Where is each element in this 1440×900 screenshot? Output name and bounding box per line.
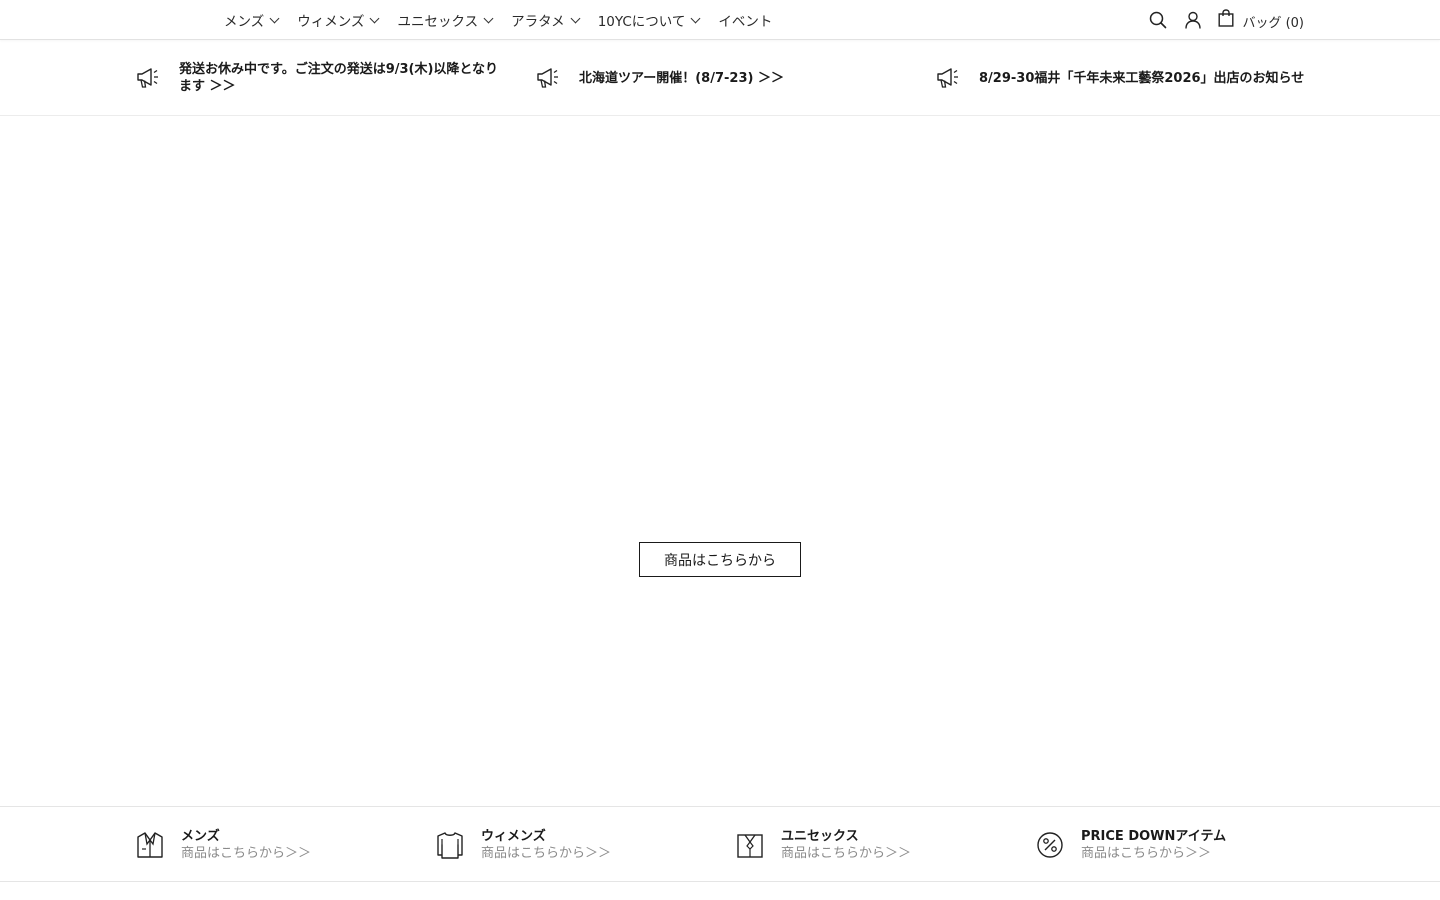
- category-title: ウィメンズ: [481, 829, 546, 844]
- category-title: メンズ: [181, 829, 220, 844]
- announcement-item[interactable]: 8/29-30福井「千年未来工藝祭2026」出店のお知らせ: [936, 40, 1316, 116]
- category-text: ウィメンズ 商品はこちらから＞＞: [481, 828, 611, 862]
- nav-item-label: アラタメ: [511, 14, 565, 30]
- category-item-price-down[interactable]: PRICE DOWNアイテム 商品はこちらから＞＞: [1036, 807, 1226, 883]
- user-icon[interactable]: [1183, 10, 1203, 30]
- nav-item-label: イベント: [718, 14, 773, 30]
- site-header: メンズ ウィメンズ ユニセックス アラタメ 10YCについて イベント バッグ …: [0, 0, 1440, 40]
- nav-item-about[interactable]: 10YCについて: [597, 0, 701, 40]
- announcement-text: 発送お休み中です。ご注文の発送は9/3(木)以降となります ＞＞: [179, 62, 499, 94]
- megaphone-icon: [537, 68, 558, 88]
- announcement-text: 北海道ツアー開催！(8/7-23) ＞＞: [579, 70, 784, 86]
- category-link[interactable]: 商品はこちらから＞＞: [181, 845, 311, 862]
- sweater-icon: [437, 832, 463, 859]
- nav-item-label: メンズ: [224, 14, 265, 30]
- category-title: PRICE DOWNアイテム: [1081, 829, 1227, 844]
- nav-item-label: 10YCについて: [597, 14, 686, 30]
- chevron-down-icon: [269, 13, 280, 23]
- megaphone-icon: [137, 68, 158, 88]
- category-item-mens[interactable]: メンズ 商品はこちらから＞＞: [136, 807, 311, 883]
- main-nav: メンズ ウィメンズ ユニセックス アラタメ 10YCについて イベント: [224, 0, 791, 40]
- announcement-bar: 発送お休み中です。ご注文の発送は9/3(木)以降となります ＞＞ 北海道ツアー開…: [0, 40, 1440, 116]
- nav-item-events[interactable]: イベント: [718, 0, 772, 40]
- category-link[interactable]: 商品はこちらから＞＞: [781, 845, 911, 862]
- category-text: PRICE DOWNアイテム 商品はこちらから＞＞: [1081, 828, 1226, 862]
- megaphone-icon: [937, 68, 958, 88]
- shop-products-button[interactable]: 商品はこちらから: [639, 542, 801, 577]
- category-link[interactable]: 商品はこちらから＞＞: [1081, 845, 1226, 862]
- chevron-down-icon: [690, 13, 701, 23]
- category-text: ユニセックス 商品はこちらから＞＞: [781, 828, 911, 862]
- category-item-unisex[interactable]: ユニセックス 商品はこちらから＞＞: [736, 807, 911, 883]
- announcement-item[interactable]: 北海道ツアー開催！(8/7-23) ＞＞: [536, 40, 896, 116]
- category-bar: メンズ 商品はこちらから＞＞ ウィメンズ 商品はこちらから＞＞ ユニセックス 商…: [0, 806, 1440, 882]
- category-title: ユニセックス: [781, 829, 859, 844]
- shopping-bag-icon: [1218, 9, 1234, 31]
- nav-item-mens[interactable]: メンズ: [224, 0, 280, 40]
- jacket-icon: [137, 832, 163, 858]
- nav-item-unisex[interactable]: ユニセックス: [397, 0, 494, 40]
- shirt-icon: [737, 834, 763, 858]
- search-icon[interactable]: [1148, 10, 1168, 30]
- chevron-down-icon: [483, 13, 494, 23]
- nav-item-womens[interactable]: ウィメンズ: [297, 0, 380, 40]
- nav-item-aratame[interactable]: アラタメ: [511, 0, 581, 40]
- hero-banner: 商品はこちらから: [0, 117, 1440, 806]
- category-text: メンズ 商品はこちらから＞＞: [181, 828, 311, 862]
- category-item-womens[interactable]: ウィメンズ 商品はこちらから＞＞: [436, 807, 611, 883]
- announcement-item[interactable]: 発送お休み中です。ご注文の発送は9/3(木)以降となります ＞＞: [136, 40, 506, 116]
- chevron-down-icon: [570, 13, 581, 23]
- nav-item-label: ユニセックス: [397, 14, 479, 30]
- chevron-down-icon: [370, 13, 380, 23]
- bag-button[interactable]: バッグ (0): [1218, 9, 1304, 31]
- category-link[interactable]: 商品はこちらから＞＞: [481, 845, 611, 862]
- header-utilities: バッグ (0): [1133, 0, 1304, 40]
- nav-item-label: ウィメンズ: [297, 14, 365, 30]
- percent-icon: [1037, 832, 1063, 858]
- announcement-text: 8/29-30福井「千年未来工藝祭2026」出店のお知らせ: [979, 70, 1305, 86]
- bag-count-label: バッグ (0): [1242, 16, 1304, 31]
